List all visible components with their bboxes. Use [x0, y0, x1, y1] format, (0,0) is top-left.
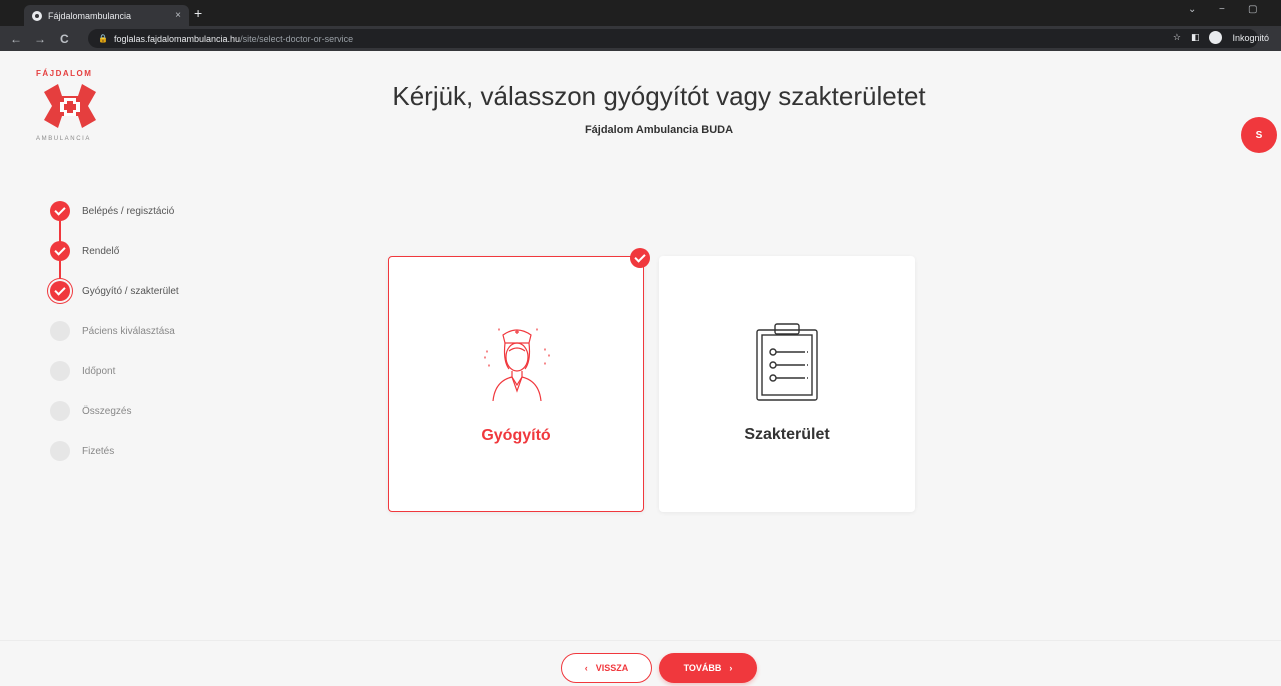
restore-icon[interactable]: ▢ [1248, 4, 1257, 15]
step-dot [50, 361, 70, 381]
chevron-left-icon: ‹ [584, 663, 588, 673]
step-label: Összegzés [82, 405, 132, 417]
step-summary: Összegzés [50, 401, 250, 421]
page-title: Kérjük, válasszon gyógyítót vagy szakter… [392, 81, 926, 111]
nurse-icon [484, 328, 550, 402]
step-doctor-or-service[interactable]: Gyógyító / szakterület [50, 281, 250, 301]
next-button[interactable]: TOVÁBB › [659, 653, 757, 683]
option-label: Szakterület [744, 426, 830, 443]
browser-tab-bar: Fájdalomambulancia × + ⌄ − ▢ [0, 0, 1281, 26]
step-label: Páciens kiválasztása [82, 325, 175, 337]
incognito-label[interactable]: Inkognitó [1232, 33, 1269, 43]
step-label: Időpont [82, 365, 116, 377]
user-avatar[interactable]: S [1241, 117, 1277, 153]
address-bar[interactable]: 🔒 foglalas.fajdalomambulancia.hu /site/s… [88, 29, 1258, 48]
tab-title: Fájdalomambulancia [48, 10, 132, 21]
step-label: Rendelő [82, 245, 120, 257]
new-tab-button[interactable]: + [194, 4, 202, 22]
reload-icon[interactable]: C [60, 32, 69, 46]
tab-close-icon[interactable]: × [175, 10, 181, 21]
logo-text-bottom: AMBULANCIA [36, 136, 92, 142]
lock-icon: 🔒 [98, 34, 108, 43]
step-label: Fizetés [82, 445, 115, 457]
step-dot [50, 401, 70, 421]
toolbar-right: ☆ ◧ Inkognitó [1173, 31, 1269, 44]
step-label: Gyógyító / szakterület [82, 285, 179, 297]
tab-search-icon[interactable]: ⌄ [1188, 4, 1196, 15]
footer-nav: ‹ VISSZA TOVÁBB › [0, 640, 1281, 686]
browser-toolbar: ← → C 🔒 foglalas.fajdalomambulancia.hu /… [0, 26, 1281, 51]
step-label: Belépés / regisztáció [82, 205, 175, 217]
step-payment: Fizetés [50, 441, 250, 461]
back-button[interactable]: ‹ VISSZA [561, 653, 652, 683]
step-time: Időpont [50, 361, 250, 381]
forward-icon[interactable]: → [34, 32, 46, 46]
option-card-specialty[interactable]: Szakterület [659, 256, 915, 512]
back-button-label: VISSZA [595, 663, 629, 673]
page-content: FÁJDALOM AMBULANCIA Kérjük, válasszon gy… [0, 51, 1281, 686]
logo-text-top: FÁJDALOM [36, 69, 93, 78]
browser-tab[interactable]: Fájdalomambulancia × [24, 5, 189, 26]
option-label: Gyógyító [481, 427, 551, 444]
step-login[interactable]: Belépés / regisztáció [50, 201, 250, 221]
site-favicon-icon [32, 10, 42, 21]
url-path: /site/select-doctor-or-service [240, 33, 354, 44]
bookmark-star-icon[interactable]: ☆ [1173, 32, 1181, 43]
step-dot [50, 321, 70, 341]
option-card-doctor[interactable]: Gyógyító [388, 256, 644, 512]
step-connector [59, 261, 61, 282]
step-check-icon [50, 241, 70, 261]
step-check-icon [50, 281, 70, 301]
step-check-icon [50, 201, 70, 221]
chevron-right-icon: › [729, 663, 733, 673]
selected-check-icon [630, 248, 650, 268]
step-connector [59, 221, 61, 242]
next-button-label: TOVÁBB [683, 663, 722, 673]
clipboard-icon [756, 323, 818, 401]
step-clinic[interactable]: Rendelő [50, 241, 250, 261]
side-panel-icon[interactable]: ◧ [1191, 32, 1200, 43]
step-patient: Páciens kiválasztása [50, 321, 250, 341]
minimize-icon[interactable]: − [1219, 4, 1225, 15]
step-dot [50, 441, 70, 461]
incognito-icon [1209, 31, 1223, 44]
back-icon[interactable]: ← [10, 32, 22, 46]
clinic-name: Fájdalom Ambulancia BUDA [584, 124, 734, 136]
url-host: foglalas.fajdalomambulancia.hu [113, 33, 241, 44]
